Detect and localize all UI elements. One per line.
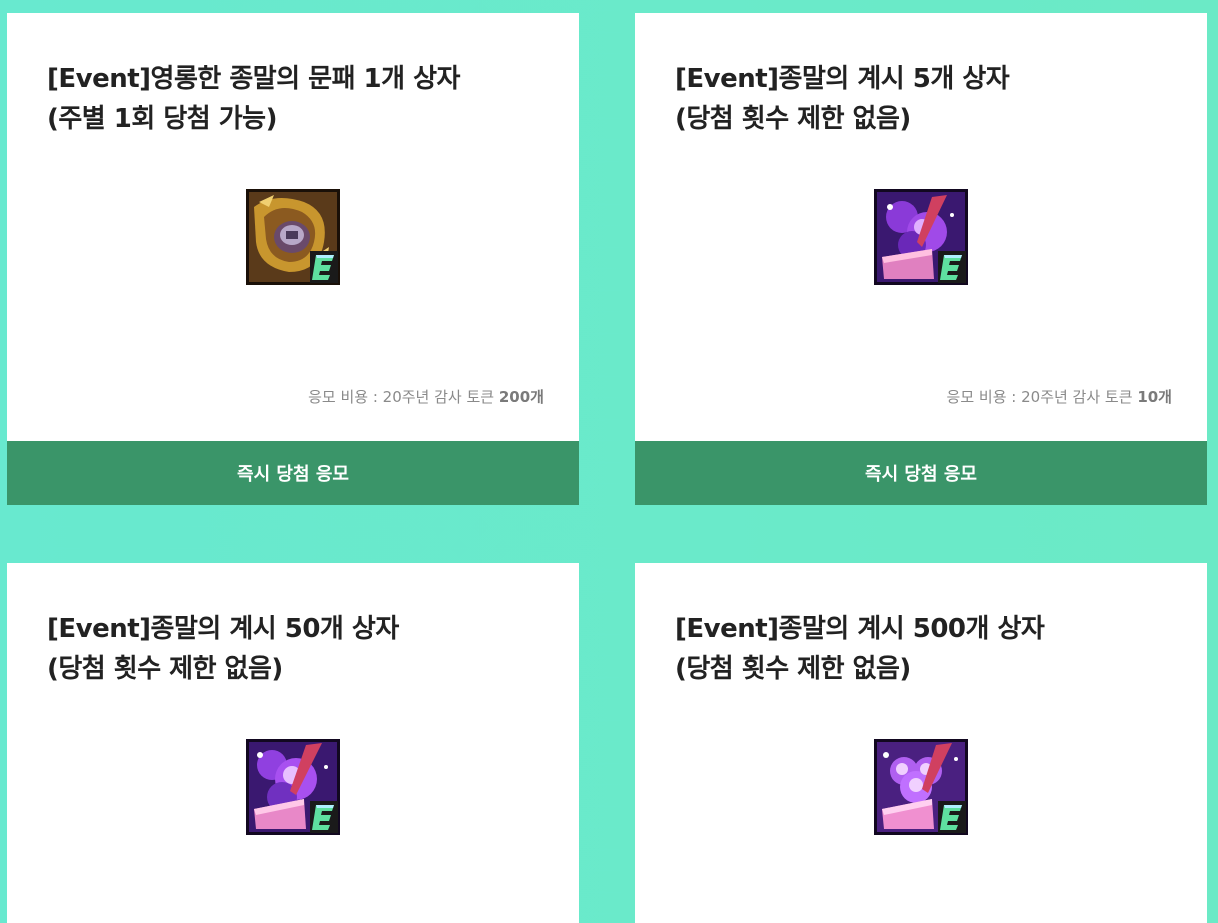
entry-cost-amount: 10개 [1137, 388, 1172, 406]
card-title-line2: (당첨 횟수 제한 없음) [675, 104, 911, 134]
event-card-3: [Event]종말의 계시 50개 상자 (당첨 횟수 제한 없음) [7, 563, 579, 923]
purple-revelation-box-icon [872, 737, 970, 837]
event-card-2: [Event]종말의 계시 5개 상자 (당첨 횟수 제한 없음) 응모 비용 … [635, 13, 1207, 505]
purple-revelation-box-icon [872, 187, 970, 287]
entry-cost-amount: 200개 [498, 388, 544, 406]
golden-doorplate-box-icon [244, 187, 342, 287]
entry-cost: 응모 비용 : 20주년 감사 토큰 200개 [308, 386, 544, 407]
event-card-1: [Event]영롱한 종말의 문패 1개 상자 (주별 1회 당첨 가능) 응모… [7, 13, 579, 505]
card-title: [Event]종말의 계시 500개 상자 (당첨 횟수 제한 없음) [675, 609, 1175, 689]
card-title: [Event]종말의 계시 50개 상자 (당첨 횟수 제한 없음) [47, 609, 547, 689]
card-title-line2: (당첨 횟수 제한 없음) [47, 654, 283, 684]
card-title-line1: [Event]종말의 계시 500개 상자 [675, 614, 1045, 644]
instant-apply-button[interactable]: 즉시 당첨 응모 [635, 441, 1207, 505]
card-title-line1: [Event]종말의 계시 5개 상자 [675, 64, 1010, 94]
card-title-line2: (당첨 횟수 제한 없음) [675, 654, 911, 684]
card-title-line1: [Event]종말의 계시 50개 상자 [47, 614, 399, 644]
purple-revelation-box-icon [244, 737, 342, 837]
card-title: [Event]종말의 계시 5개 상자 (당첨 횟수 제한 없음) [675, 59, 1175, 139]
entry-cost-label: 응모 비용 : 20주년 감사 토큰 [308, 388, 495, 406]
entry-cost: 응모 비용 : 20주년 감사 토큰 10개 [947, 386, 1172, 407]
entry-cost-label: 응모 비용 : 20주년 감사 토큰 [946, 388, 1133, 406]
card-title-line1: [Event]영롱한 종말의 문패 1개 상자 [47, 64, 460, 94]
event-card-4: [Event]종말의 계시 500개 상자 (당첨 횟수 제한 없음) [635, 563, 1207, 923]
card-title-line2: (주별 1회 당첨 가능) [47, 104, 277, 134]
instant-apply-button[interactable]: 즉시 당첨 응모 [7, 441, 579, 505]
card-title: [Event]영롱한 종말의 문패 1개 상자 (주별 1회 당첨 가능) [47, 59, 547, 139]
